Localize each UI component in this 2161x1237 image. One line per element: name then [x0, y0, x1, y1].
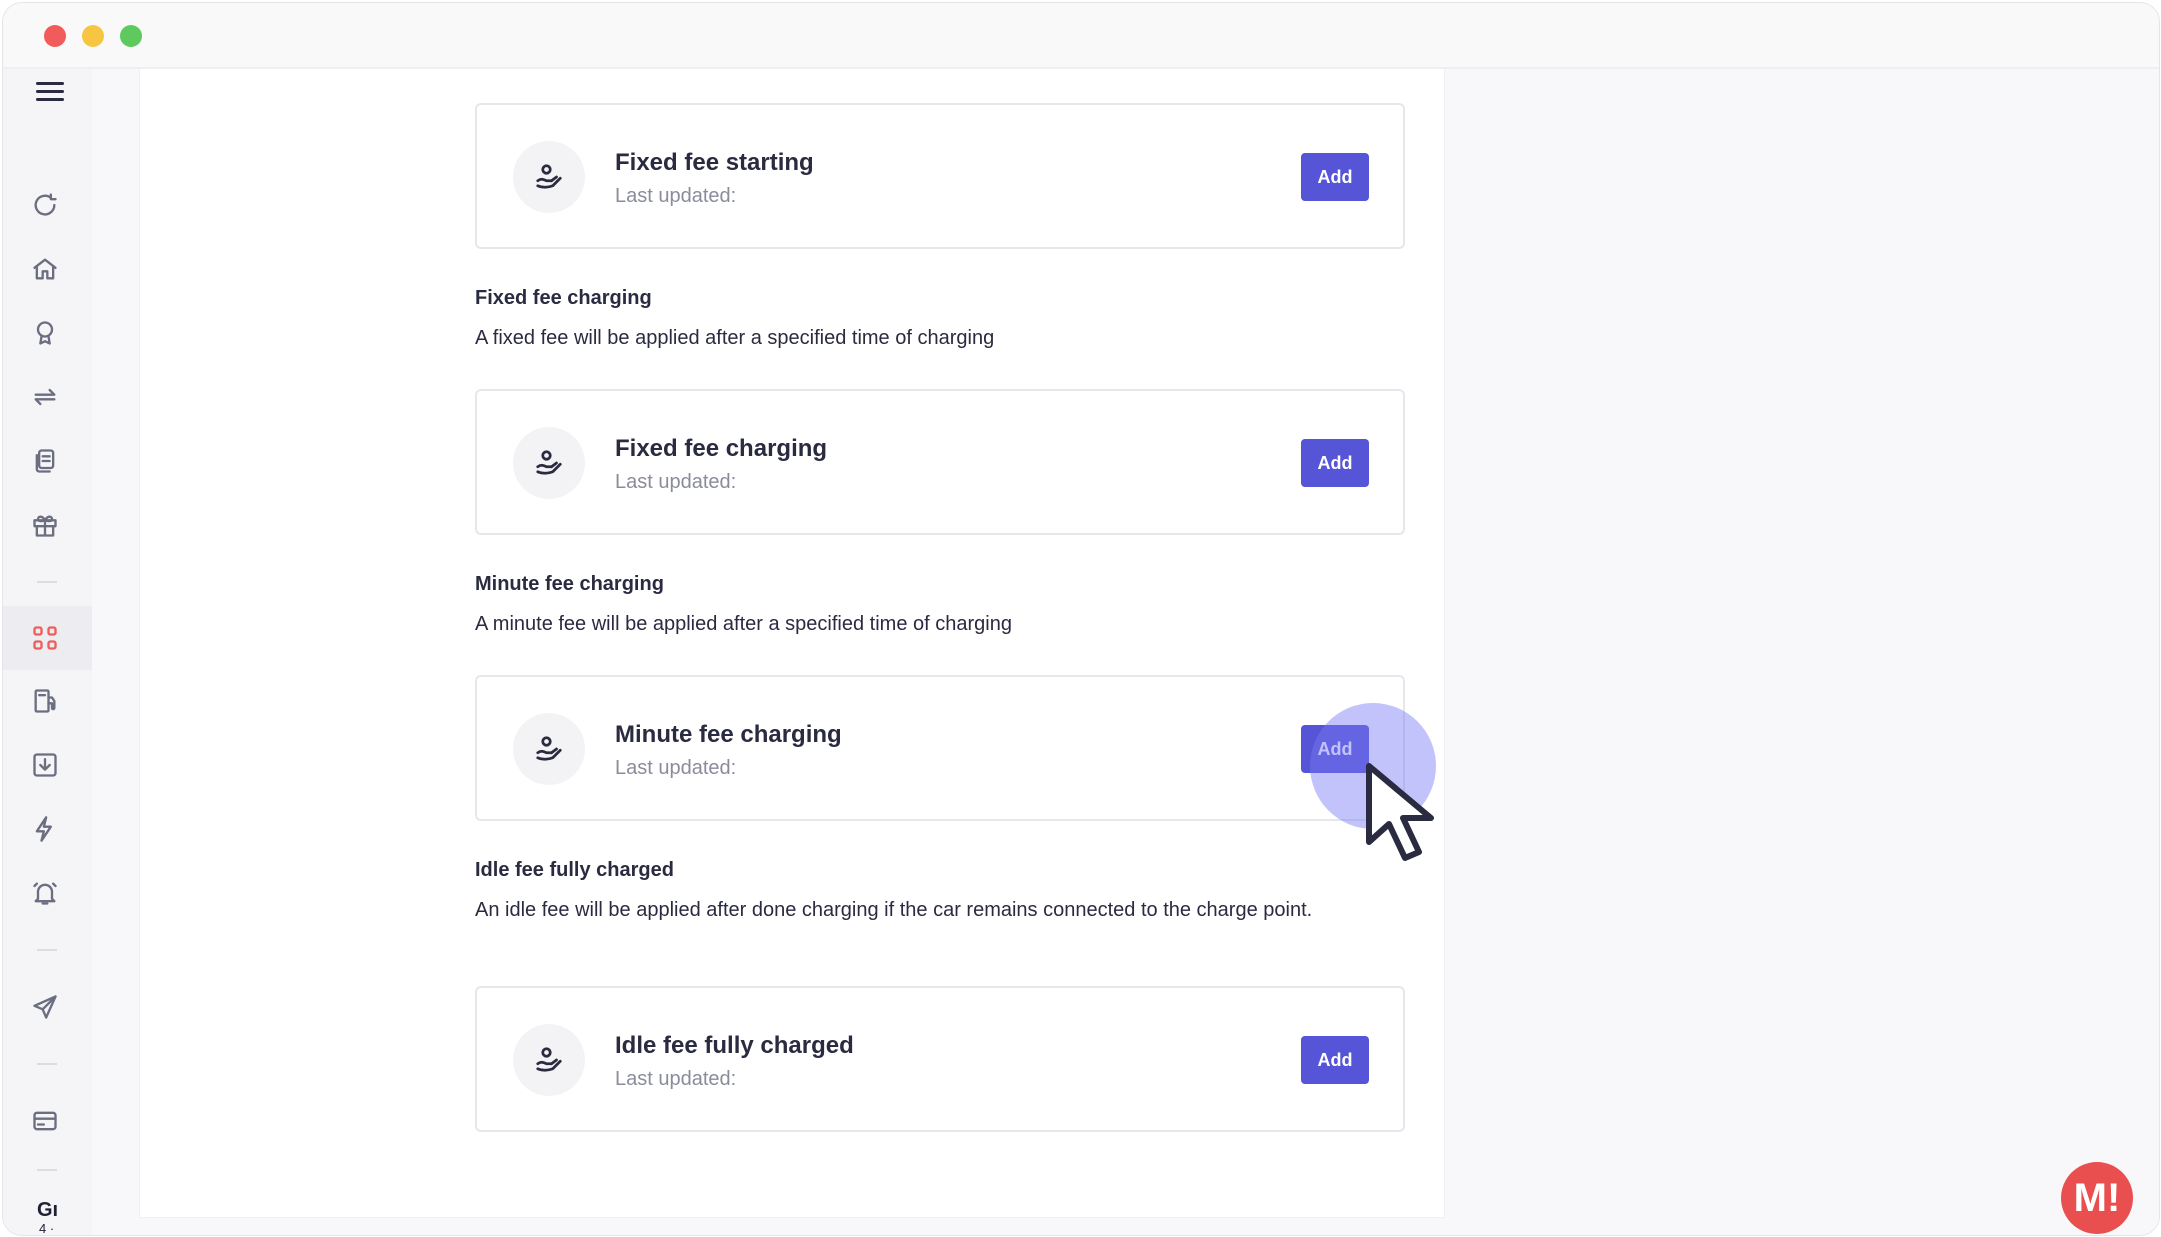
grid-icon[interactable]	[21, 614, 69, 662]
last-updated-label: Last updated:	[615, 1068, 737, 1090]
section-title: Minute fee charging	[475, 573, 664, 595]
hand-coin-icon	[513, 1024, 585, 1096]
fee-title: Minute fee charging	[615, 721, 842, 748]
menu-icon[interactable]	[36, 82, 64, 104]
lightbulb-icon[interactable]	[21, 309, 69, 357]
fee-card-fixed-fee-charging: Fixed fee charging Last updated: Add	[475, 389, 1405, 535]
minimize-window-button[interactable]	[82, 25, 104, 47]
section-description: A fixed fee will be applied after a spec…	[475, 327, 995, 349]
user-subtext: 4 ·	[39, 1221, 55, 1236]
fee-card-minute-fee-charging: Minute fee charging Last updated: Add	[475, 675, 1405, 821]
section-title: Fixed fee charging	[475, 287, 652, 309]
fee-title: Idle fee fully charged	[615, 1032, 854, 1059]
maximize-window-button[interactable]	[120, 25, 142, 47]
fee-title: Fixed fee charging	[615, 435, 828, 462]
add-button[interactable]: Add	[1301, 439, 1369, 487]
download-icon[interactable]	[21, 741, 69, 789]
fee-title: Fixed fee starting	[615, 149, 814, 176]
fee-card-idle-fee-fully-charged: Idle fee fully charged Last updated: Add	[475, 986, 1405, 1132]
gift-icon[interactable]	[21, 501, 69, 549]
mouse-pointer-icon	[1366, 763, 1434, 861]
background	[1444, 69, 2159, 1235]
sidebar-divider	[37, 581, 57, 583]
background	[92, 1217, 1444, 1235]
user-initials[interactable]: Gı	[37, 1199, 58, 1222]
sidebar-divider	[37, 1063, 57, 1065]
help-chat-button[interactable]: M!	[2061, 1162, 2133, 1234]
section-description: An idle fee will be applied after done c…	[475, 899, 1313, 921]
last-updated-label: Last updated:	[615, 757, 737, 779]
home-icon[interactable]	[21, 245, 69, 293]
fuel-station-icon[interactable]	[21, 677, 69, 725]
section-title: Idle fee fully charged	[475, 859, 674, 881]
lightning-icon[interactable]	[21, 805, 69, 853]
alarm-bell-icon[interactable]	[21, 869, 69, 917]
close-window-button[interactable]	[44, 25, 66, 47]
sidebar: Gı 4 ·	[3, 69, 92, 1235]
last-updated-label: Last updated:	[615, 471, 737, 493]
send-icon[interactable]	[21, 983, 69, 1031]
refresh-icon[interactable]	[21, 181, 69, 229]
card-icon[interactable]	[21, 1097, 69, 1145]
sidebar-divider	[37, 949, 57, 951]
hand-coin-icon	[513, 713, 585, 785]
transfer-icon[interactable]	[21, 373, 69, 421]
add-button[interactable]: Add	[1301, 153, 1369, 201]
hand-coin-icon	[513, 427, 585, 499]
sidebar-divider	[37, 1169, 57, 1171]
background	[92, 69, 140, 1235]
documents-icon[interactable]	[21, 437, 69, 485]
title-bar	[3, 3, 2159, 69]
hand-coin-icon	[513, 141, 585, 213]
section-description: A minute fee will be applied after a spe…	[475, 613, 1012, 635]
last-updated-label: Last updated:	[615, 185, 737, 207]
fee-card-fixed-fee-starting: Fixed fee starting Last updated: Add	[475, 103, 1405, 249]
add-button[interactable]: Add	[1301, 1036, 1369, 1084]
